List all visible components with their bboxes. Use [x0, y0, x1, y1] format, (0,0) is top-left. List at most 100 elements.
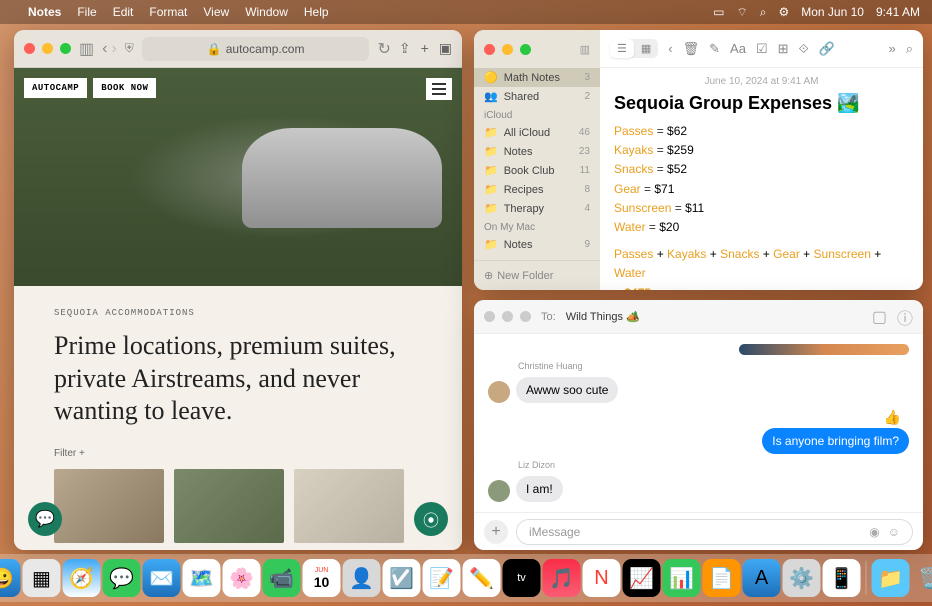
fullscreen-button[interactable] — [60, 43, 71, 54]
hamburger-menu[interactable] — [426, 78, 452, 100]
incoming-message[interactable]: I am! — [516, 476, 563, 502]
listing-thumb[interactable] — [294, 469, 404, 543]
dock-reminders[interactable]: ☑️ — [383, 559, 421, 597]
menu-format[interactable]: Format — [149, 5, 187, 19]
book-now-button[interactable]: BOOK NOW — [93, 78, 156, 98]
dock-trash[interactable]: 🗑️ — [912, 559, 932, 597]
filter-button[interactable]: Filter + — [54, 448, 422, 459]
sidebar-item-notes[interactable]: 📁Notes23 — [474, 142, 600, 161]
close-button[interactable] — [24, 43, 35, 54]
dock-facetime[interactable]: 📹 — [263, 559, 301, 597]
fullscreen-button[interactable] — [520, 311, 531, 322]
listing-thumb[interactable] — [174, 469, 284, 543]
menubar-date[interactable]: Mon Jun 10 — [801, 5, 864, 19]
chat-fab[interactable]: 💬 — [28, 502, 62, 536]
apps-button[interactable]: + — [484, 520, 508, 544]
menu-window[interactable]: Window — [245, 5, 288, 19]
sidebar-toggle-icon[interactable]: ▥ — [79, 39, 94, 59]
dock-music[interactable]: 🎵 — [543, 559, 581, 597]
new-folder-button[interactable]: ⊕New Folder — [474, 260, 600, 290]
sidebar-item-local-notes[interactable]: 📁Notes9 — [474, 235, 600, 254]
facetime-icon[interactable]: ▢ — [872, 307, 887, 327]
dock-settings[interactable]: ⚙️ — [783, 559, 821, 597]
avatar[interactable] — [488, 480, 510, 502]
new-tab-icon[interactable]: + — [421, 40, 429, 57]
dock-tv[interactable]: tv — [503, 559, 541, 597]
dock-news[interactable]: N — [583, 559, 621, 597]
site-logo[interactable]: AUTOCAMP — [24, 78, 87, 98]
listing-thumb[interactable] — [54, 469, 164, 543]
tabs-icon[interactable]: ▣ — [439, 40, 452, 57]
address-bar[interactable]: 🔒 autocamp.com — [142, 37, 370, 61]
dock-appstore[interactable]: A — [743, 559, 781, 597]
dock-maps[interactable]: 🗺️ — [183, 559, 221, 597]
audio-icon[interactable]: ◉ — [869, 525, 879, 539]
dock-photos[interactable]: 🌸 — [223, 559, 261, 597]
dock-phone-mirror[interactable]: 📱 — [823, 559, 861, 597]
menu-file[interactable]: File — [77, 5, 96, 19]
minimize-button[interactable] — [42, 43, 53, 54]
sidebar-item-recipes[interactable]: 📁Recipes8 — [474, 180, 600, 199]
media-icon[interactable]: ⟐ — [799, 41, 809, 57]
dock-mail[interactable]: ✉️ — [143, 559, 181, 597]
avatar[interactable] — [488, 381, 510, 403]
dock-calendar[interactable]: JUN10 — [303, 559, 341, 597]
sidebar-item-therapy[interactable]: 📁Therapy4 — [474, 199, 600, 218]
dock-numbers[interactable]: 📊 — [663, 559, 701, 597]
back-button[interactable]: ‹ — [102, 40, 107, 58]
dock-pages[interactable]: 📄 — [703, 559, 741, 597]
dock-contacts[interactable]: 👤 — [343, 559, 381, 597]
share-icon[interactable]: ⇪ — [399, 40, 411, 57]
dock-stocks[interactable]: 📈 — [623, 559, 661, 597]
more-icon[interactable]: » — [888, 41, 895, 56]
minimize-button[interactable] — [502, 44, 513, 55]
dock-safari[interactable]: 🧭 — [63, 559, 101, 597]
table-icon[interactable]: ⊞ — [778, 41, 789, 57]
dock-launchpad[interactable]: ▦ — [23, 559, 61, 597]
dock-freeform[interactable]: ✏️ — [463, 559, 501, 597]
sidebar-item-mathnotes[interactable]: 🟡Math Notes 3 — [474, 68, 600, 87]
sidebar-item-shared[interactable]: 👥Shared 2 — [474, 87, 600, 106]
compose-icon[interactable]: ✎ — [709, 41, 720, 57]
forward-button[interactable]: › — [111, 40, 116, 58]
close-button[interactable] — [484, 311, 495, 322]
shield-icon[interactable]: ⛨ — [125, 41, 134, 56]
battery-icon[interactable]: ▭ — [713, 5, 724, 19]
sidebar-item-bookclub[interactable]: 📁Book Club11 — [474, 161, 600, 180]
fullscreen-button[interactable] — [520, 44, 531, 55]
info-icon[interactable]: ⓘ — [897, 305, 913, 329]
back-icon[interactable]: ‹ — [668, 41, 672, 56]
app-menu[interactable]: Notes — [28, 5, 61, 19]
message-thread[interactable]: Christine Huang Awww soo cute 👍 Is anyon… — [474, 334, 923, 512]
recipient[interactable]: Wild Things 🏕️ — [566, 310, 640, 323]
wifi-icon[interactable]: ⌔ — [736, 5, 747, 20]
tapback-reaction[interactable]: 👍 — [884, 409, 901, 426]
message-image[interactable] — [739, 344, 909, 355]
dock-downloads[interactable]: 📁 — [872, 559, 910, 597]
control-center-icon[interactable]: ⚙ — [778, 5, 789, 19]
incoming-message[interactable]: Awww soo cute — [516, 377, 618, 403]
menu-help[interactable]: Help — [304, 5, 329, 19]
outgoing-message[interactable]: Is anyone bringing film? — [762, 428, 909, 454]
dock-messages[interactable]: 💬 — [103, 559, 141, 597]
menu-edit[interactable]: Edit — [113, 5, 134, 19]
list-view-icon[interactable]: ☰ — [610, 39, 634, 58]
dock-finder[interactable]: 😀 — [0, 559, 21, 597]
checklist-icon[interactable]: ☑ — [756, 41, 768, 57]
trash-icon[interactable]: 🗑 — [683, 41, 700, 57]
link-icon[interactable]: 🔗 — [819, 41, 835, 57]
emoji-icon[interactable]: ☺ — [888, 525, 900, 539]
sidebar-item-allicloud[interactable]: 📁All iCloud46 — [474, 123, 600, 142]
spotlight-icon[interactable]: ⌕ — [760, 5, 767, 20]
close-button[interactable] — [484, 44, 495, 55]
minimize-button[interactable] — [502, 311, 513, 322]
menubar-time[interactable]: 9:41 AM — [876, 5, 920, 19]
note-editor[interactable]: June 10, 2024 at 9:41 AM Sequoia Group E… — [600, 68, 923, 290]
view-toggle[interactable]: ☰ ▦ — [610, 39, 658, 58]
message-input[interactable]: iMessage ◉ ☺ — [516, 519, 913, 545]
format-icon[interactable]: Aa — [730, 41, 746, 56]
reload-icon[interactable]: ↻ — [377, 39, 390, 59]
accessibility-fab[interactable]: ⦿ — [414, 502, 448, 536]
grid-view-icon[interactable]: ▦ — [634, 39, 658, 58]
search-icon[interactable]: ⌕ — [906, 41, 913, 57]
